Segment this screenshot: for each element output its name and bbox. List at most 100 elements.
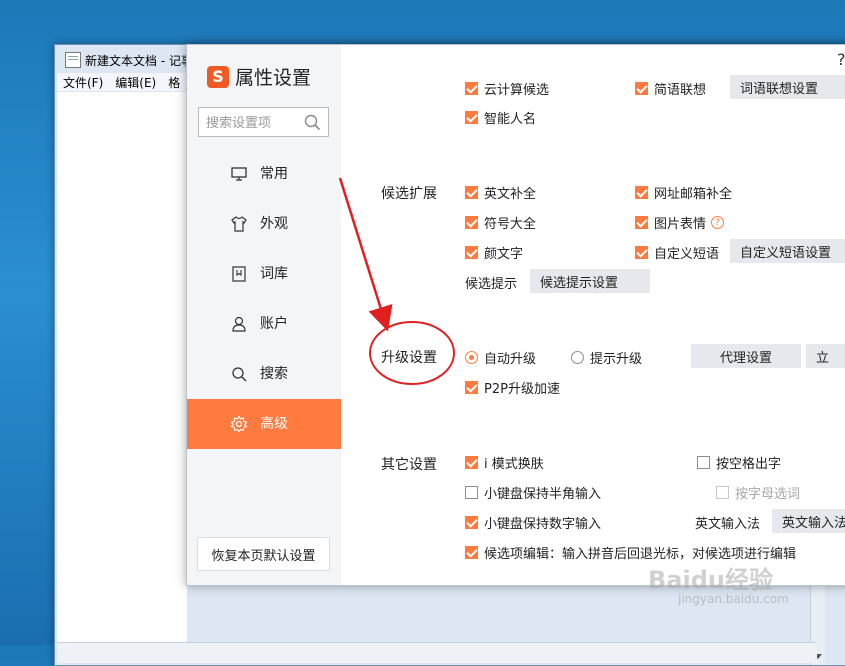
english-input-method-button[interactable]: 英文输入法 [772,509,845,533]
restore-defaults-button[interactable]: 恢复本页默认设置 [197,537,330,571]
settings-search-input[interactable] [204,109,308,137]
nav-label: 高级 [260,416,288,432]
proxy-settings-button[interactable]: 代理设置 [691,344,801,368]
option-label: 按空格出字 [716,457,782,472]
nav-item-account[interactable]: 账户 [187,299,341,349]
option-letter-select: 按字母选词 [716,483,800,502]
upgrade-now-button[interactable]: 立 [806,344,845,368]
checkbox[interactable] [635,186,648,199]
option-label: 提示升级 [590,352,643,367]
shirt-icon [231,216,247,232]
option-space-output[interactable]: 按空格出字 [697,453,781,472]
checkbox[interactable] [465,546,478,559]
option-label: 小键盘保持数字输入 [484,517,602,532]
option-label: 按字母选词 [735,487,801,502]
option-label: 网址邮箱补全 [654,187,733,202]
option-label: 智能人名 [484,112,537,127]
checkbox[interactable] [465,486,478,499]
option-keypad-number[interactable]: 小键盘保持数字输入 [465,513,601,532]
help-question-icon[interactable]: ? [837,50,845,69]
notepad-titlebar: 新建文本文档 - 记事 [65,51,193,69]
checkbox[interactable] [635,82,648,95]
option-label: i 模式换肤 [484,457,544,472]
settings-content: 云计算候选 简语联想 词语联想设置 智能人名 候选扩展 英文补全 网址邮箱补全 … [341,45,845,585]
option-label: P2P升级加速 [484,382,560,397]
checkbox[interactable] [465,186,478,199]
menu-file[interactable]: 文件(F) [57,73,109,91]
english-input-method-label: 英文输入法 [695,513,760,532]
settings-dialog: S 属性设置 常用 外观 [186,44,845,586]
radio-prompt-upgrade[interactable]: 提示升级 [571,348,642,367]
brand: S 属性设置 [207,63,311,90]
checkbox[interactable] [465,216,478,229]
book-icon [232,266,246,282]
option-english-completion[interactable]: 英文补全 [465,183,536,202]
option-url-email-completion[interactable]: 网址邮箱补全 [635,183,732,202]
custom-phrase-settings-button[interactable]: 自定义短语设置 [730,239,845,263]
word-association-settings-button[interactable]: 词语联想设置 [730,75,845,99]
checkbox[interactable] [465,246,478,259]
checkbox[interactable] [465,381,478,394]
candidate-hint-settings-button[interactable]: 候选提示设置 [530,269,650,293]
monitor-icon [231,167,247,181]
option-label: 符号大全 [484,217,537,232]
option-label: 自动升级 [484,352,537,367]
radio-button[interactable] [465,351,478,364]
search-icon [232,367,247,382]
nav-item-general[interactable]: 常用 [187,149,341,199]
notepad-icon [65,52,81,68]
option-word-association[interactable]: 简语联想 [635,79,706,98]
option-keypad-half-width[interactable]: 小键盘保持半角输入 [465,483,601,502]
option-label: 小键盘保持半角输入 [484,487,602,502]
option-i-mode-skin[interactable]: i 模式换肤 [465,453,544,472]
option-kaomoji[interactable]: 颜文字 [465,243,523,262]
checkbox[interactable] [465,456,478,469]
section-label-other: 其它设置 [381,457,437,473]
option-label: 候选提示 [465,277,518,292]
option-label: 图片表情 [654,217,707,232]
option-smart-name[interactable]: 智能人名 [465,108,536,127]
option-custom-phrase[interactable]: 自定义短语 [635,243,719,262]
option-label: 简语联想 [654,83,707,98]
nav-item-search[interactable]: 搜索 [187,349,341,399]
notepad-horizontal-scrollbar[interactable] [57,642,817,663]
option-cloud-candidate[interactable]: 云计算候选 [465,79,549,98]
option-symbol-collection[interactable]: 符号大全 [465,213,536,232]
checkbox[interactable] [465,111,478,124]
nav-label: 外观 [260,216,288,232]
nav-item-advanced[interactable]: 高级 [187,399,341,449]
dialog-title: 属性设置 [235,67,312,89]
section-label-candidate: 候选扩展 [381,186,437,202]
baidu-watermark: Baidu经验 [648,566,773,594]
candidate-hint-label: 候选提示 [465,273,517,292]
settings-sidebar: S 属性设置 常用 外观 [187,45,341,585]
nav-item-dictionary[interactable]: 词库 [187,249,341,299]
nav-label: 词库 [260,266,288,282]
notepad-menubar: 文件(F) 编辑(E) 格 [57,73,187,91]
notepad-text-area[interactable] [57,92,187,642]
checkbox[interactable] [465,82,478,95]
menu-edit[interactable]: 编辑(E) [109,73,162,91]
radio-auto-upgrade[interactable]: 自动升级 [465,348,536,367]
option-label: 颜文字 [484,247,524,262]
option-picture-emoji[interactable]: 图片表情 ? [635,213,725,232]
baidu-watermark-url: jingyan.baidu.com [678,592,789,606]
menu-format[interactable]: 格 [162,73,186,91]
option-p2p-acceleration[interactable]: P2P升级加速 [465,378,560,397]
checkbox [716,486,729,499]
sogou-logo-icon: S [207,65,229,88]
checkbox[interactable] [697,456,710,469]
option-label: 云计算候选 [484,83,550,98]
notepad-title: 新建文本文档 - 记事 [85,53,193,68]
checkbox[interactable] [635,246,648,259]
checkbox[interactable] [635,216,648,229]
nav-item-appearance[interactable]: 外观 [187,199,341,249]
help-icon[interactable]: ? [711,216,725,229]
settings-search-box[interactable] [198,107,329,137]
radio-button[interactable] [571,351,584,364]
option-label: 英文补全 [484,187,537,202]
magnifier-icon[interactable] [304,114,321,131]
checkbox[interactable] [465,516,478,529]
nav-label: 账户 [260,316,288,332]
gear-icon [230,415,248,433]
